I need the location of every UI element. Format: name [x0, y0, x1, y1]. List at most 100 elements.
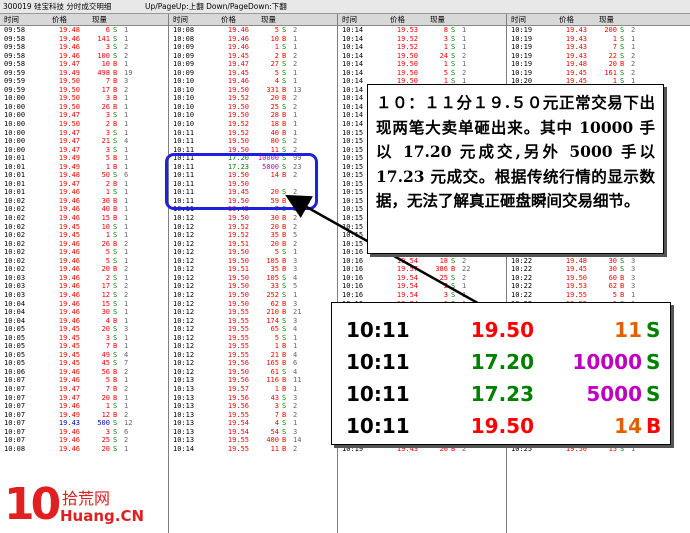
- trade-time: 10:15: [342, 231, 364, 240]
- trade-count: 1: [293, 248, 298, 257]
- trade-volume: 7: [105, 342, 110, 351]
- trade-count: 1: [293, 384, 298, 393]
- trade-row: 10:02 19.46 30 B 1: [0, 197, 168, 206]
- trade-count: 1: [124, 162, 129, 171]
- trade-volume: 2: [105, 120, 110, 129]
- trade-column[interactable]: 时间 价格 现量 10:08 19.46 5 S 2 10:08 19.46 10 B 1 10:09 19…: [169, 14, 338, 533]
- trade-time: 10:15: [342, 205, 364, 214]
- trade-row: 10:00 19.47 3 S 1: [0, 129, 168, 138]
- trade-flag: S: [620, 26, 625, 34]
- trade-row: 10:14 19.55 11 B 2: [169, 445, 337, 454]
- trade-volume: 15: [101, 214, 110, 223]
- trade-row: 10:12 19.50 5 S 1: [169, 248, 337, 257]
- trade-flag: S: [620, 256, 625, 265]
- trade-price: 19.47: [58, 145, 80, 154]
- trade-time: 10:10: [173, 85, 195, 94]
- trade-time: 10:03: [4, 290, 26, 299]
- trade-flag: S: [282, 333, 287, 342]
- trade-flag: B: [451, 265, 456, 274]
- trade-count: 1: [124, 444, 129, 453]
- trade-count: 1: [124, 94, 129, 103]
- trade-volume: 30: [608, 256, 617, 265]
- trade-flag: S: [113, 427, 118, 436]
- trade-time: 10:15: [342, 179, 364, 188]
- trade-flag: S: [113, 111, 118, 120]
- trade-time: 10:16: [342, 256, 364, 265]
- trade-price: 19.55: [227, 350, 249, 359]
- trade-count: 1: [293, 290, 298, 299]
- trade-flag: S: [113, 402, 118, 411]
- trade-row: 09:58 19.46 100 S 2: [0, 52, 168, 61]
- trade-time: 10:22: [511, 265, 533, 274]
- trade-flag: S: [113, 436, 118, 445]
- trade-price: 19.50: [58, 77, 80, 86]
- page-hint: Up/PageUp:上翻 Down/PageDown:下翻: [145, 2, 287, 11]
- trade-flag: S: [620, 265, 625, 274]
- trade-column[interactable]: 时间 价格 现量 09:58 19.48 6 S 1 09:58 19.46 141 S 1 09:58 1…: [0, 14, 169, 533]
- trade-time: 10:14: [173, 444, 195, 453]
- trade-time: 10:12: [173, 342, 195, 351]
- trade-count: 6: [293, 359, 298, 368]
- trade-time: 10:00: [4, 120, 26, 129]
- trade-time: 10:15: [342, 145, 364, 154]
- trade-time: 10:13: [173, 427, 195, 436]
- trade-row: 10:02 19.46 40 B 1: [0, 205, 168, 214]
- trade-price: 19.55: [227, 410, 249, 419]
- zoomed-trade-row: 10:11 17.20 10000 S: [332, 347, 670, 377]
- trade-time: 10:12: [173, 248, 195, 257]
- trade-time: 10:13: [173, 384, 195, 393]
- trade-flag: B: [113, 154, 118, 163]
- trade-time: 10:14: [342, 77, 364, 86]
- trade-flag: S: [282, 102, 287, 111]
- trade-flag: S: [451, 26, 456, 34]
- watermark-logo: 10 拾荒网 Huang.CN: [4, 483, 204, 531]
- trade-volume: 3: [105, 427, 110, 436]
- trade-flag: S: [282, 60, 287, 69]
- trade-row: 10:22 19.45 30 S 3: [507, 265, 690, 274]
- trade-count: 1: [124, 222, 129, 231]
- trade-price: 19.50: [58, 120, 80, 129]
- trade-volume: 33: [270, 282, 279, 291]
- trade-flag: S: [282, 77, 287, 86]
- trade-time: 10:04: [4, 316, 26, 325]
- trade-time: 10:03: [4, 282, 26, 291]
- trade-volume: 5: [105, 256, 110, 265]
- trade-volume: 210: [266, 308, 279, 317]
- trade-time: 10:01: [4, 188, 26, 197]
- trade-count: 2: [293, 26, 298, 34]
- trade-price: 19.50: [227, 111, 249, 120]
- trade-time: 10:10: [173, 111, 195, 120]
- trade-row: 10:02 19.46 5 S 1: [0, 248, 168, 257]
- trade-flag: B: [620, 290, 625, 299]
- trade-price: 19.45: [227, 68, 249, 77]
- trade-price: 19.45: [58, 342, 80, 351]
- trade-count: 1: [293, 43, 298, 52]
- trade-price: 19.52: [227, 222, 249, 231]
- trade-flag: S: [282, 402, 287, 411]
- trade-count: 2: [293, 102, 298, 111]
- trade-price: 19.49: [58, 410, 80, 419]
- trade-count: 1: [124, 308, 129, 317]
- trade-row: 10:16 19.54 18 S 2: [338, 257, 506, 266]
- trade-row: 09:58 19.46 3 S 2: [0, 43, 168, 52]
- trade-count: 1: [124, 256, 129, 265]
- trade-price: 19.48: [58, 26, 80, 34]
- trade-price: 19.54: [396, 273, 418, 282]
- trade-count: 22: [462, 265, 471, 274]
- trade-time: 10:02: [4, 214, 26, 223]
- trade-flag: B: [113, 214, 118, 223]
- trade-price: 19.46: [58, 316, 80, 325]
- trade-flag: S: [113, 299, 118, 308]
- trade-flag: S: [620, 68, 625, 77]
- trade-price: 19.50: [58, 85, 80, 94]
- trade-volume: 2: [274, 51, 279, 60]
- trade-time: 10:10: [173, 102, 195, 111]
- trade-flag: S: [282, 419, 287, 428]
- trade-row: 10:12 19.55 1 B 1: [169, 342, 337, 351]
- trade-row: 10:19 19.43 26 B 2: [338, 445, 506, 454]
- header-time: 时间: [4, 15, 19, 24]
- zoomed-price: 19.50: [470, 318, 534, 342]
- trade-price: 19.56: [227, 402, 249, 411]
- trade-flag: S: [282, 290, 287, 299]
- trade-price: 19.48: [565, 256, 587, 265]
